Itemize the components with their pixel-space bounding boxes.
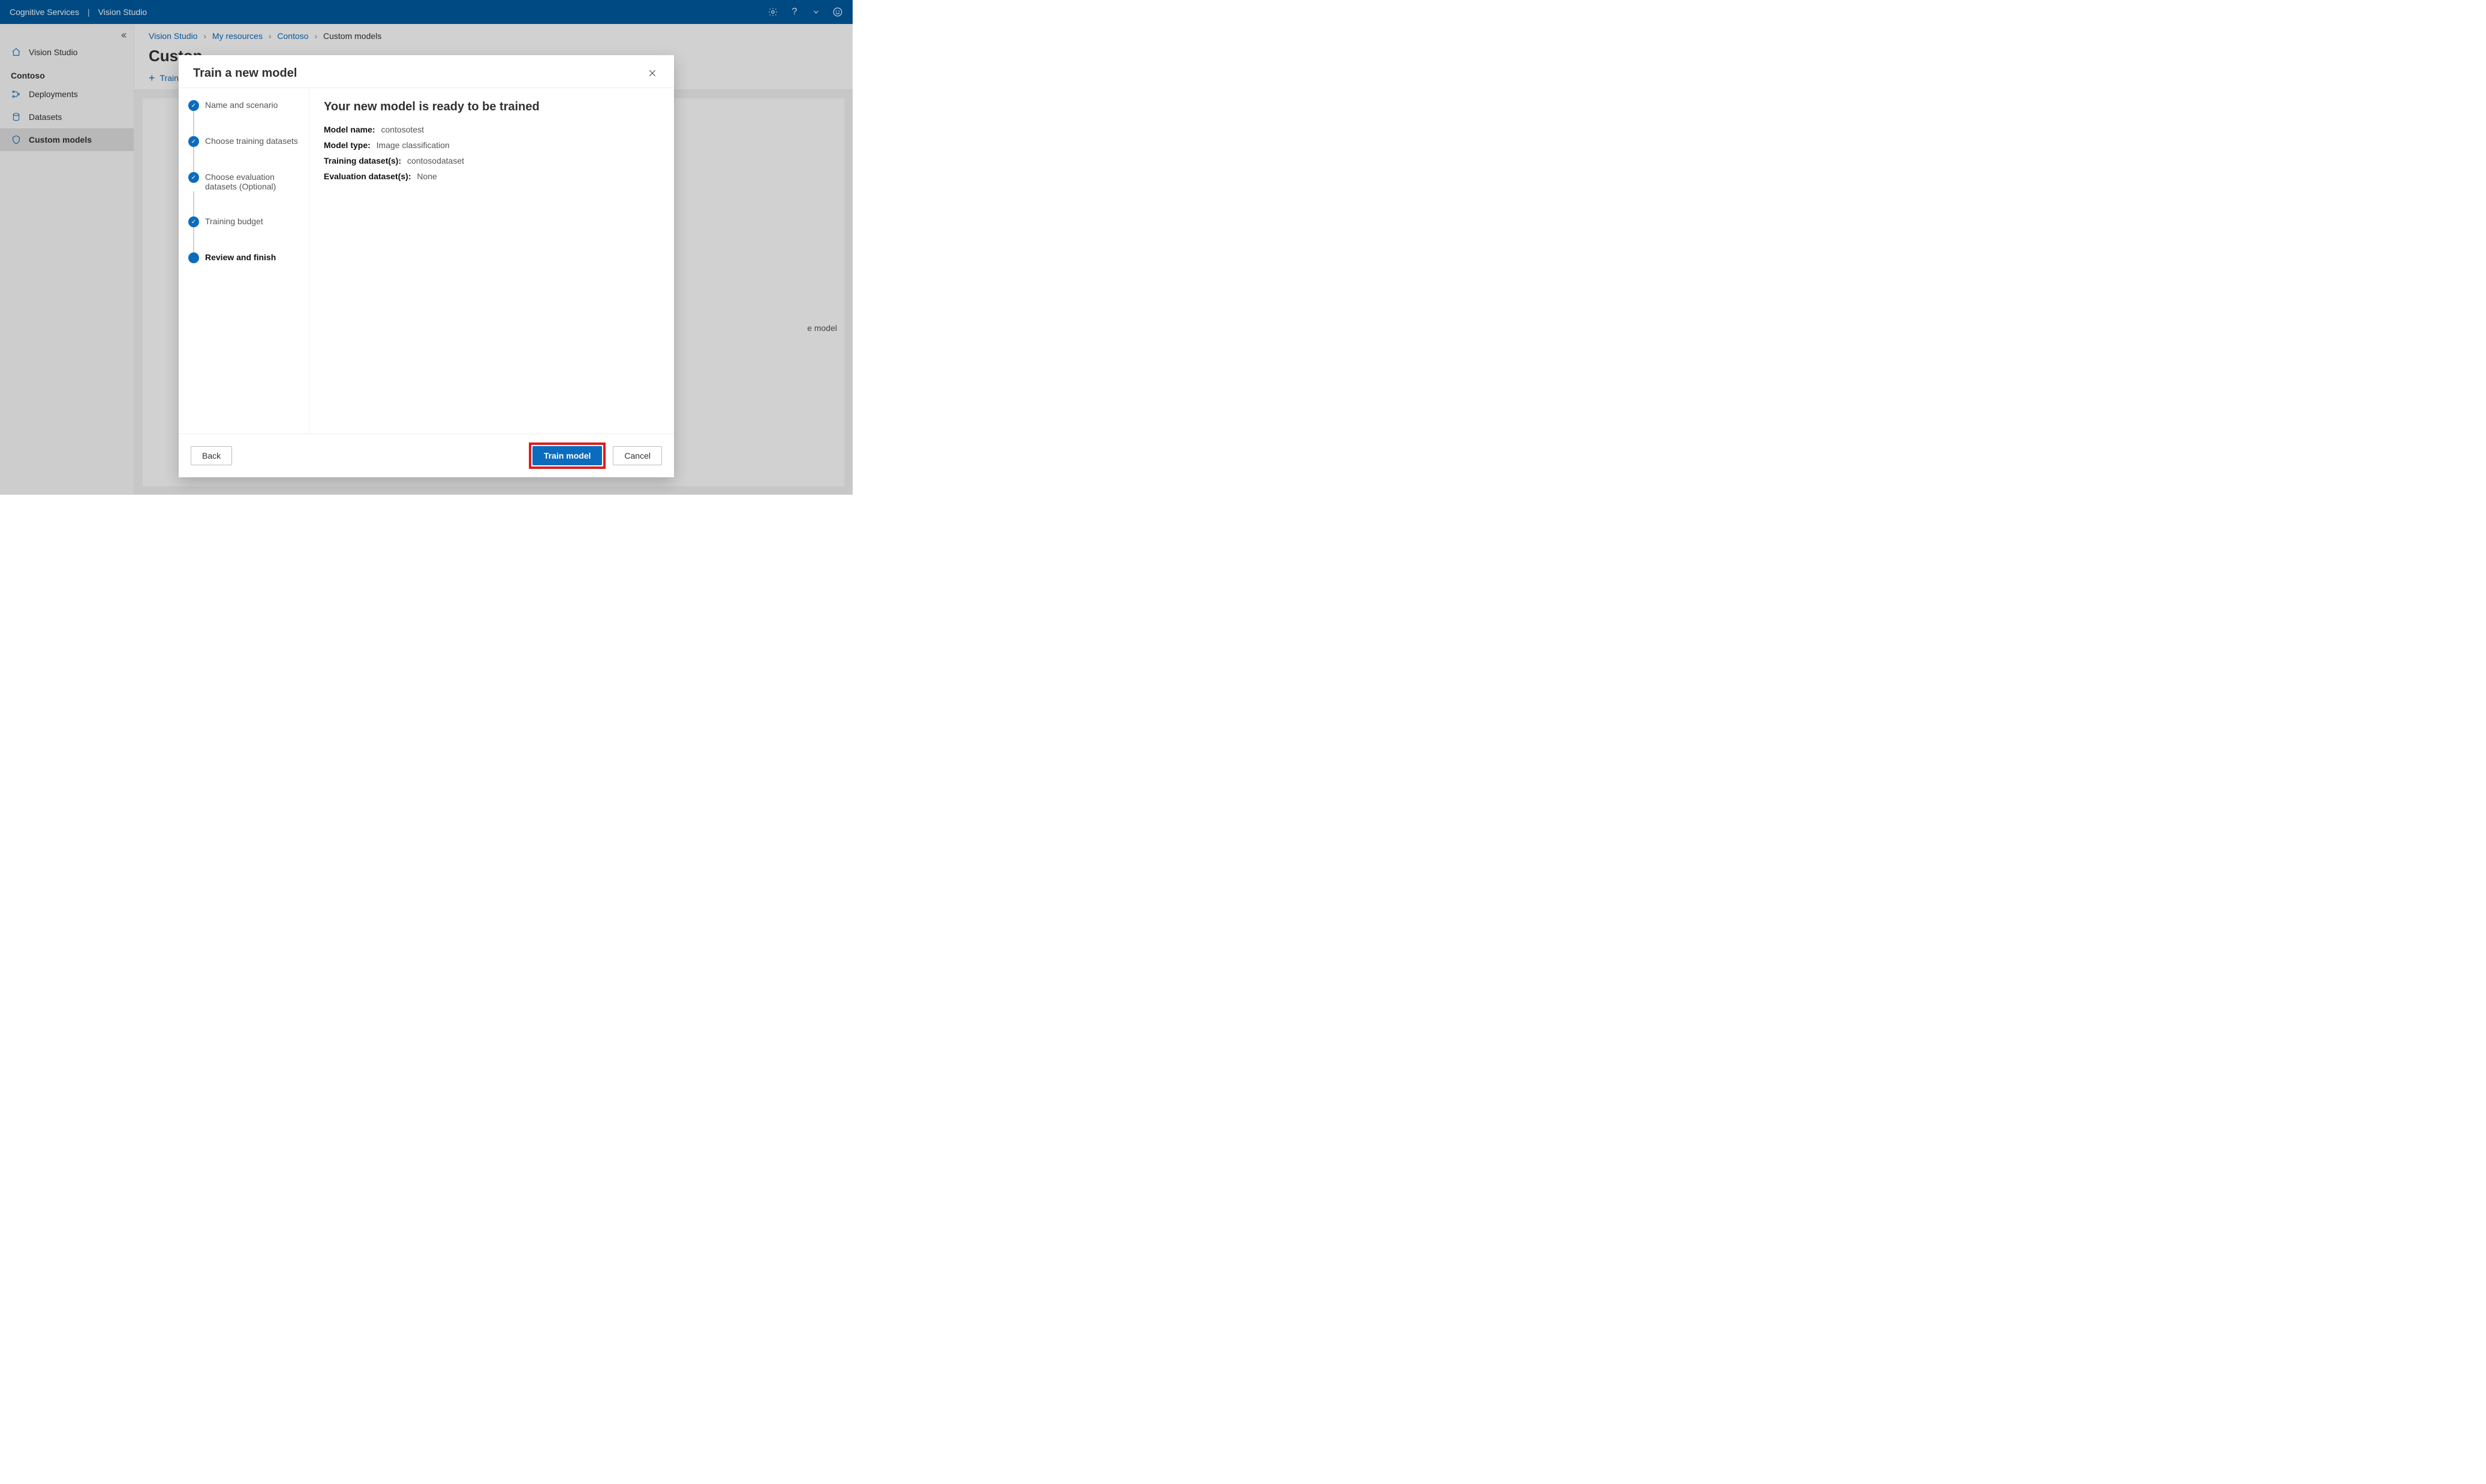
kv-evaluation-datasets: Evaluation dataset(s): None bbox=[324, 171, 660, 181]
kv-key: Training dataset(s): bbox=[324, 156, 401, 165]
kv-value: Image classification bbox=[377, 140, 450, 150]
train-model-button[interactable]: Train model bbox=[532, 446, 603, 465]
check-icon: ✓ bbox=[188, 136, 199, 147]
dialog-title: Train a new model bbox=[193, 67, 297, 80]
check-icon: ✓ bbox=[188, 172, 199, 183]
kv-model-type: Model type: Image classification bbox=[324, 140, 660, 150]
current-step-icon bbox=[188, 252, 199, 263]
cancel-button[interactable]: Cancel bbox=[613, 446, 662, 465]
step-connector bbox=[193, 111, 194, 136]
kv-key: Model type: bbox=[324, 140, 371, 150]
wizard-step-review-finish[interactable]: Review and finish bbox=[188, 252, 302, 263]
train-model-dialog: Train a new model ✓ Name and scenario ✓ bbox=[179, 55, 674, 477]
modal-overlay: Train a new model ✓ Name and scenario ✓ bbox=[0, 0, 853, 495]
wizard-step-choose-evaluation-datasets[interactable]: ✓ Choose evaluation datasets (Optional) bbox=[188, 172, 302, 191]
wizard-step-training-budget[interactable]: ✓ Training budget bbox=[188, 216, 302, 227]
step-connector bbox=[193, 227, 194, 252]
wizard-step-label: Training budget bbox=[205, 216, 263, 226]
kv-model-name: Model name: contosotest bbox=[324, 125, 660, 134]
review-heading: Your new model is ready to be trained bbox=[324, 100, 660, 114]
annotation-highlight: Train model bbox=[529, 443, 606, 469]
wizard-step-label: Review and finish bbox=[205, 252, 276, 262]
check-icon: ✓ bbox=[188, 216, 199, 227]
wizard-content: Your new model is ready to be trained Mo… bbox=[309, 88, 674, 434]
kv-value: None bbox=[417, 171, 437, 181]
wizard-steps: ✓ Name and scenario ✓ Choose training da… bbox=[179, 88, 309, 434]
dialog-footer: Back Train model Cancel bbox=[179, 434, 674, 477]
wizard-step-label: Choose training datasets bbox=[205, 136, 298, 146]
wizard-step-name-scenario[interactable]: ✓ Name and scenario bbox=[188, 100, 302, 111]
back-button[interactable]: Back bbox=[191, 446, 232, 465]
kv-key: Model name: bbox=[324, 125, 375, 134]
wizard-step-choose-training-datasets[interactable]: ✓ Choose training datasets bbox=[188, 136, 302, 147]
kv-value: contosotest bbox=[381, 125, 424, 134]
wizard-step-label: Name and scenario bbox=[205, 100, 278, 110]
step-connector bbox=[193, 191, 194, 216]
kv-key: Evaluation dataset(s): bbox=[324, 171, 411, 181]
step-connector bbox=[193, 147, 194, 172]
dialog-header: Train a new model bbox=[179, 55, 674, 88]
kv-training-datasets: Training dataset(s): contosodataset bbox=[324, 156, 660, 165]
wizard-step-label: Choose evaluation datasets (Optional) bbox=[205, 172, 302, 191]
close-button[interactable] bbox=[645, 66, 660, 80]
check-icon: ✓ bbox=[188, 100, 199, 111]
close-icon bbox=[648, 68, 657, 78]
kv-value: contosodataset bbox=[407, 156, 464, 165]
